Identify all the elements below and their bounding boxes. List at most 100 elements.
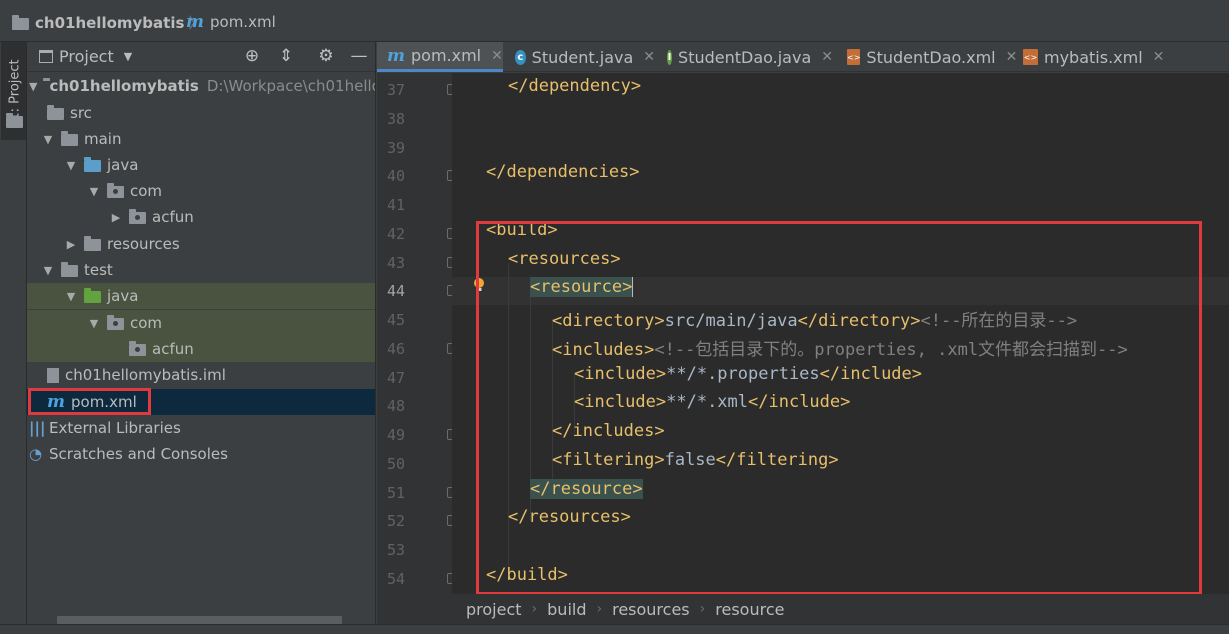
line-number: 43: [386, 254, 405, 272]
tab-mybatis-xml[interactable]: <> mybatis.xml ✕: [1013, 42, 1173, 72]
editor-breadcrumb: project › build › resources › resource: [377, 594, 1229, 624]
nav-file-label: pom.xml: [210, 13, 276, 31]
tab-studentdao-java[interactable]: I StudentDao.java ✕: [657, 42, 833, 72]
tree-item-project-root[interactable]: ▼ ch01hellomybatis D:\Workpace\ch01hello…: [27, 73, 375, 99]
tab-label: Student.java: [531, 47, 634, 67]
annotation-box-pom: [28, 388, 151, 415]
folder-icon: [6, 113, 23, 128]
tree-item-external-libraries[interactable]: ||| External Libraries: [27, 415, 375, 441]
breadcrumb-item[interactable]: project: [466, 600, 522, 619]
folder-icon: [47, 105, 64, 120]
close-icon[interactable]: ✕: [643, 49, 655, 65]
tab-label: StudentDao.java: [678, 47, 812, 67]
chevron-right-icon: ›: [531, 601, 538, 617]
editor-gutter[interactable]: 37 38 39 40 41 42 43 44 45 46 47 48 49 5…: [377, 73, 458, 594]
line-number: 53: [386, 541, 405, 559]
close-icon[interactable]: ✕: [491, 48, 503, 64]
line-number: 41: [386, 196, 405, 214]
collapse-icon[interactable]: ⇕: [276, 46, 296, 66]
chevron-right-icon: ›: [699, 601, 706, 617]
xml-tag: </dependencies>: [486, 162, 640, 182]
line-number: 37: [386, 81, 405, 99]
tree-item-test-com[interactable]: ▼ com: [27, 310, 375, 336]
chevron-down-icon: ▼: [89, 316, 99, 330]
code-line-40: </dependencies>: [486, 162, 640, 190]
tree-item-test-acfun[interactable]: ▶ acfun: [27, 336, 375, 362]
close-icon[interactable]: ✕: [821, 49, 833, 65]
tree-item-label: acfun: [152, 340, 194, 358]
line-number: 54: [386, 570, 405, 588]
project-panel: Project ▼ ⊕ ⇕ ⚙ — ▼ ch01hellomybatis D:\…: [27, 42, 376, 634]
chevron-down-icon: ▼: [43, 132, 53, 146]
line-number: 51: [386, 484, 405, 502]
tree-item-src[interactable]: ▼ src: [27, 100, 375, 126]
project-view-selector[interactable]: Project ▼: [39, 47, 132, 66]
tree-item-main-acfun[interactable]: ▶ acfun: [27, 204, 375, 230]
tree-item-main-com[interactable]: ▼ com: [27, 178, 375, 204]
code-line-37: </dependency>: [508, 76, 641, 104]
resources-folder-icon: [84, 236, 101, 251]
tree-item-resources[interactable]: ▶ resources: [27, 231, 375, 257]
project-tool-label: 1: Project: [7, 59, 23, 121]
nav-crumb-file[interactable]: m pom.xml: [186, 12, 276, 32]
xml-file-icon: <>: [847, 49, 861, 65]
tab-label: pom.xml: [411, 46, 482, 65]
tab-label: mybatis.xml: [1044, 47, 1143, 67]
package-icon: [107, 315, 124, 330]
folder-icon: [61, 262, 78, 277]
tree-item-scratches[interactable]: ◔ Scratches and Consoles: [27, 441, 375, 467]
package-icon: [107, 183, 124, 198]
minimize-icon[interactable]: —: [349, 46, 369, 66]
line-number: 50: [386, 455, 405, 473]
tree-item-label: src: [70, 104, 92, 122]
test-folder-icon: [84, 288, 101, 303]
chevron-right-icon: ▶: [111, 210, 121, 224]
tree-item-label: External Libraries: [49, 419, 181, 437]
library-icon: |||: [29, 419, 46, 437]
locate-icon[interactable]: ⊕: [242, 46, 262, 66]
line-number: 39: [386, 139, 405, 157]
class-icon: c: [515, 49, 526, 65]
tab-pom-xml[interactable]: m pom.xml ✕: [377, 42, 503, 72]
editor-tabs: m pom.xml ✕ c Student.java ✕ I StudentDa…: [377, 42, 1229, 72]
line-number: 46: [386, 340, 405, 358]
package-icon: [129, 341, 146, 356]
close-icon[interactable]: ✕: [1153, 49, 1165, 65]
breadcrumb-item[interactable]: build: [547, 600, 586, 619]
line-number: 40: [386, 167, 405, 185]
folder-icon: [12, 14, 29, 30]
breadcrumb-item[interactable]: resources: [612, 600, 690, 619]
tree-item-label: java: [107, 156, 139, 174]
left-tool-strip: 1: Project: [0, 42, 27, 634]
tab-student-java[interactable]: c Student.java ✕: [505, 42, 655, 72]
xml-tag: </dependency>: [508, 76, 642, 96]
tree-item-iml[interactable]: ▶ ch01hellomybatis.iml: [27, 362, 375, 388]
gear-icon[interactable]: ⚙: [316, 46, 336, 66]
line-number: 49: [386, 426, 405, 444]
line-number-current: 44: [386, 282, 405, 300]
line-number: 48: [386, 397, 405, 415]
tree-item-label: com: [130, 314, 163, 332]
interface-icon: I: [667, 49, 673, 65]
chevron-down-icon: ▼: [123, 50, 133, 63]
tab-studentdao-xml[interactable]: <> StudentDao.xml ✕: [837, 42, 1017, 72]
tab-label: StudentDao.xml: [866, 47, 996, 67]
navigation-bar: ch01hellomybatis 〉 m pom.xml: [0, 0, 1229, 42]
tree-item-main[interactable]: ▼ main: [27, 126, 375, 152]
project-panel-header: Project ▼ ⊕ ⇕ ⚙ —: [27, 42, 375, 72]
chevron-down-icon: ▼: [89, 184, 99, 198]
folder-icon: [61, 131, 78, 146]
panel-icon: [39, 50, 53, 63]
breadcrumb-item[interactable]: resource: [715, 600, 784, 619]
nav-crumb-project[interactable]: ch01hellomybatis 〉: [12, 12, 207, 33]
nav-project-label: ch01hellomybatis: [35, 13, 185, 32]
tree-item-label: ch01hellomybatis.iml: [65, 366, 226, 384]
chevron-right-icon: ›: [596, 601, 603, 617]
tree-item-test-java[interactable]: ▼ java: [27, 283, 375, 309]
tree-item-label: java: [107, 287, 139, 305]
horizontal-scrollbar[interactable]: [57, 616, 342, 624]
line-number: 42: [386, 225, 405, 243]
tree-item-main-java[interactable]: ▼ java: [27, 152, 375, 178]
tree-item-label: main: [84, 130, 122, 148]
tree-item-test[interactable]: ▼ test: [27, 257, 375, 283]
